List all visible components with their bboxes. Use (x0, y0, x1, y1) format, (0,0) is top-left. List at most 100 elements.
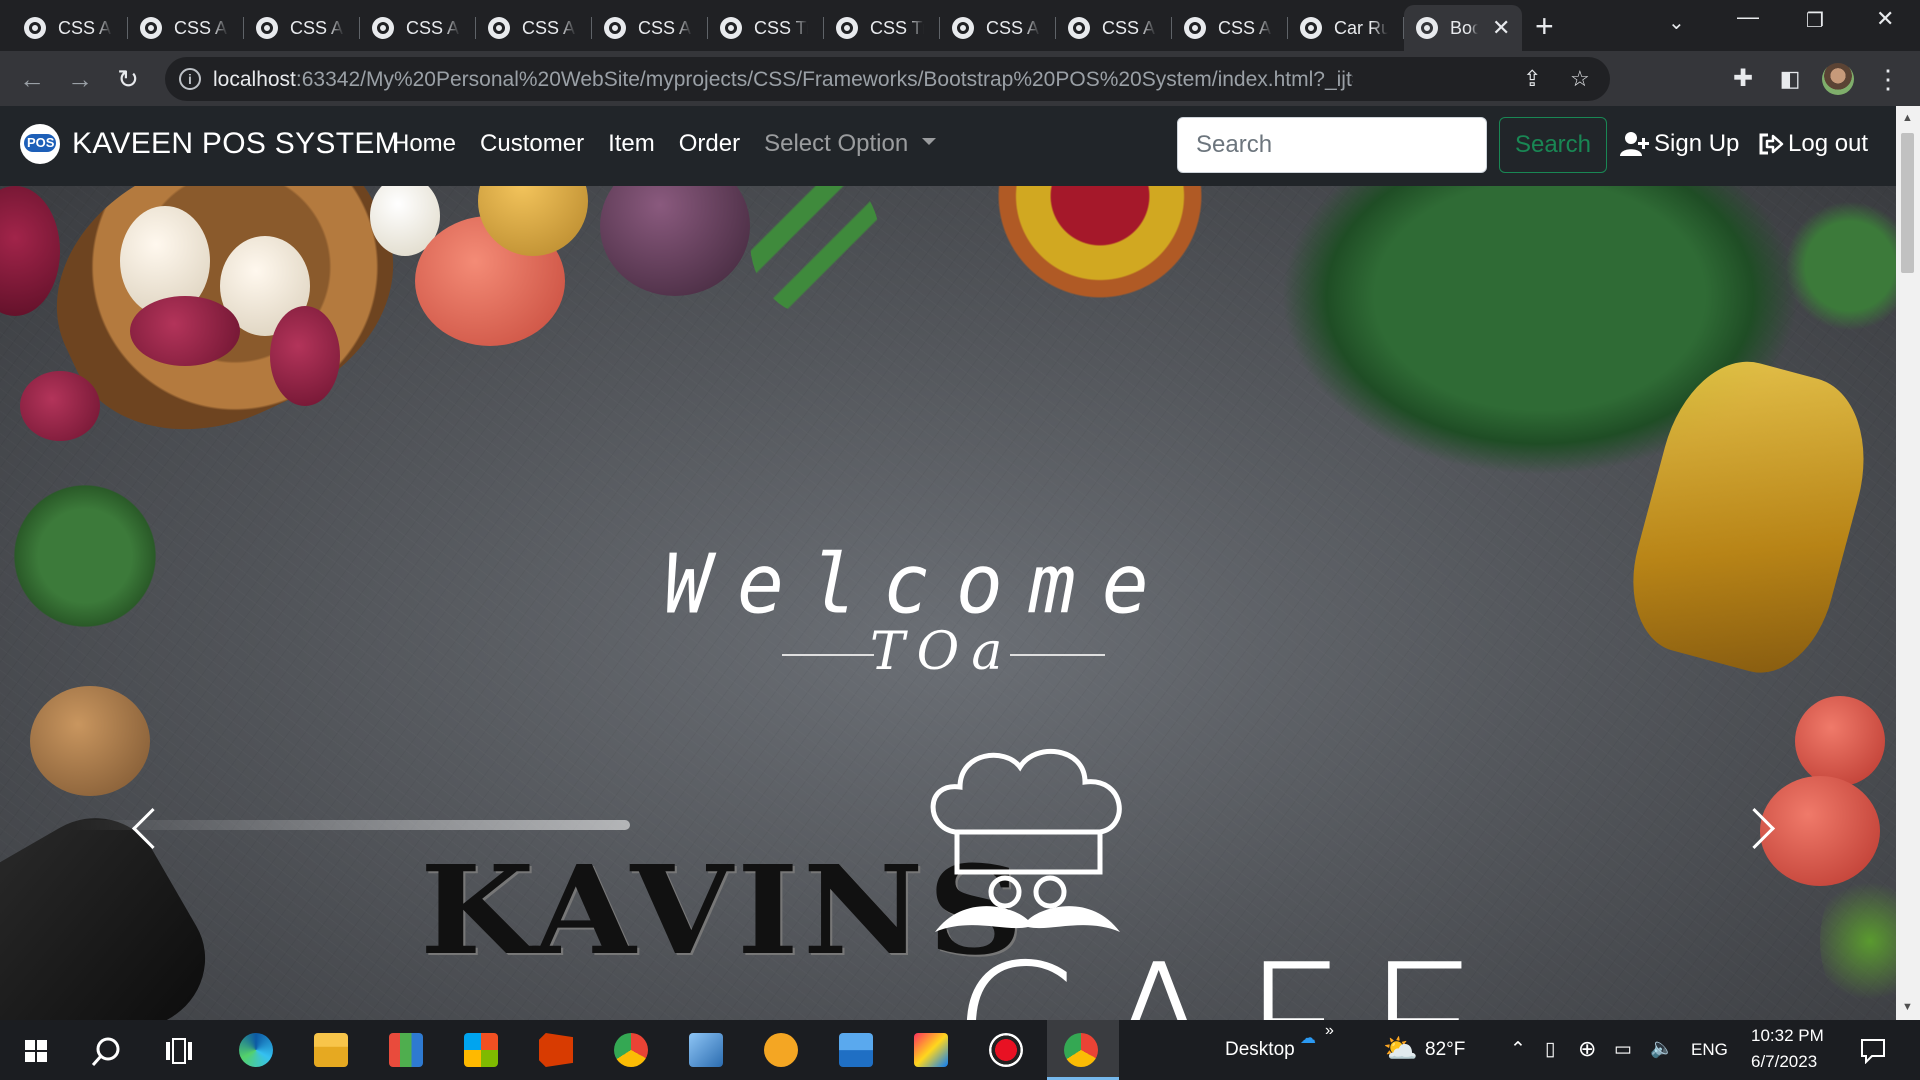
globe-icon (1416, 17, 1438, 39)
tab-title: CSS As (58, 17, 112, 38)
tab-list: CSS As CSS As CSS As CSS As CSS As CSS A… (12, 5, 1522, 51)
task-view-icon[interactable] (165, 1038, 193, 1064)
address-bar[interactable]: i localhost:63342/My%20Personal%20WebSit… (165, 57, 1610, 101)
record-icon[interactable] (989, 1033, 1023, 1067)
share-icon[interactable]: ⇪ (1523, 66, 1541, 92)
tab-title: CSS As (638, 17, 692, 38)
desktop-toolbar-label[interactable]: Desktop (1225, 1039, 1295, 1061)
browser-tab[interactable]: CSS An (940, 5, 1056, 51)
browser-tab[interactable]: CSS As (476, 5, 592, 51)
file-explorer-icon[interactable] (314, 1033, 348, 1067)
restore-button[interactable]: ❐ (1806, 8, 1824, 33)
browser-tab[interactable]: CSS As (244, 5, 360, 51)
log-out-label: Log out (1788, 130, 1869, 157)
toa-text: TOa (870, 622, 1015, 682)
search-input[interactable] (1177, 117, 1487, 173)
side-panel-icon[interactable]: ◧ (1772, 61, 1808, 97)
chrome-icon[interactable] (614, 1033, 648, 1067)
weather-temperature[interactable]: 82°F (1425, 1039, 1465, 1061)
browser-tab[interactable]: CSS Tra (708, 5, 824, 51)
log-out-link[interactable]: Log out (1758, 130, 1868, 158)
scroll-up-icon[interactable]: ▲ (1902, 112, 1913, 124)
intellij-icon[interactable] (914, 1033, 948, 1067)
select-option-dropdown[interactable]: Select Option (764, 130, 937, 158)
close-tab-icon[interactable]: ✕ (1492, 15, 1510, 41)
browser-tab[interactable]: CSS As (128, 5, 244, 51)
browser-tab[interactable]: CSS As (592, 5, 708, 51)
tab-title: CSS As (174, 17, 228, 38)
nav-link-order[interactable]: Order (679, 130, 740, 158)
dropdown-label: Select Option (764, 130, 909, 157)
carousel-prev-button[interactable] (124, 798, 164, 858)
site-info-icon[interactable]: i (179, 68, 201, 90)
browser-tab[interactable]: CSS An (1056, 5, 1172, 51)
chrome-profile-icon[interactable] (1064, 1033, 1098, 1067)
clock-time[interactable]: 10:32 PM (1751, 1026, 1824, 1046)
notification-center-icon[interactable] (1860, 1038, 1886, 1064)
browser-menu-icon[interactable]: ⋮ (1870, 61, 1906, 97)
nav-link-item[interactable]: Item (608, 130, 655, 158)
weather-sun-cloud-icon[interactable]: ⛅ (1383, 1032, 1418, 1065)
browser-tab[interactable]: CSS As (12, 5, 128, 51)
reload-button[interactable]: ↻ (110, 61, 146, 97)
bookmark-star-icon[interactable]: ☆ (1570, 66, 1590, 92)
carousel-next-button[interactable] (1740, 798, 1780, 858)
remote-desktop-icon[interactable] (689, 1033, 723, 1067)
broccoli-image (0, 476, 170, 636)
windows-start-icon[interactable] (25, 1040, 47, 1062)
globe-icon (256, 17, 278, 39)
red-onion-image (130, 296, 240, 366)
toolbar-overflow-icon[interactable]: » (1325, 1022, 1334, 1040)
onedrive-icon[interactable]: ☁ (1300, 1028, 1316, 1048)
office-icon[interactable] (539, 1033, 573, 1067)
browser-tab[interactable]: CSS As (360, 5, 476, 51)
scroll-down-icon[interactable]: ▼ (1902, 1001, 1913, 1013)
url-text[interactable]: localhost:63342/My%20Personal%20WebSite/… (213, 68, 1353, 92)
extensions-puzzle-icon[interactable]: ✚ (1725, 61, 1761, 97)
search-button[interactable]: Search (1499, 117, 1607, 173)
tab-search-chevron-icon[interactable]: ⌄ (1668, 10, 1685, 35)
new-tab-button[interactable]: + (1535, 8, 1554, 44)
scroll-thumb[interactable] (1901, 133, 1914, 273)
pos-logo-icon: POS (20, 124, 60, 164)
battery-icon[interactable]: ▭ (1614, 1038, 1632, 1061)
close-window-button[interactable]: ✕ (1876, 6, 1894, 32)
forward-button[interactable]: → (62, 61, 98, 97)
navbar-brand[interactable]: POS KAVEEN POS SYSTEM (20, 124, 400, 164)
nav-link-customer[interactable]: Customer (480, 130, 584, 158)
tab-title: CSS As (406, 17, 460, 38)
back-button[interactable]: ← (14, 61, 50, 97)
tab-title: CSS As (290, 17, 344, 38)
search-icon[interactable] (90, 1036, 122, 1068)
globe-icon (24, 17, 46, 39)
decorative-line (782, 654, 874, 656)
tab-title: Car Ru (1334, 17, 1388, 38)
store-bag-icon[interactable] (389, 1033, 423, 1067)
profile-avatar[interactable] (1822, 63, 1854, 95)
browser-tab-active[interactable]: Boo ✕ (1404, 5, 1522, 51)
minimize-button[interactable]: — (1737, 4, 1759, 30)
globe-icon (488, 17, 510, 39)
tab-title: CSS An (1218, 17, 1272, 38)
page-scrollbar[interactable]: ▲ ▼ (1896, 106, 1920, 1020)
page-viewport: POS KAVEEN POS SYSTEM Home Customer Item… (0, 106, 1920, 1020)
browser-tab[interactable]: Car Ru (1288, 5, 1404, 51)
browser-tab[interactable]: CSS Tra (824, 5, 940, 51)
sign-up-link[interactable]: Sign Up (1620, 130, 1739, 158)
nav-link-home[interactable]: Home (392, 130, 456, 158)
bitwarden-icon[interactable] (764, 1033, 798, 1067)
globe-icon (720, 17, 742, 39)
network-globe-icon[interactable]: ⊕ (1578, 1036, 1596, 1062)
edge-icon[interactable] (239, 1033, 273, 1067)
show-hidden-icons-chevron-icon[interactable]: ⌃ (1510, 1038, 1526, 1061)
clock-date[interactable]: 6/7/2023 (1751, 1052, 1817, 1072)
tab-title: CSS Tra (870, 17, 924, 38)
mail-icon[interactable] (839, 1033, 873, 1067)
globe-icon (1300, 17, 1322, 39)
language-indicator[interactable]: ENG (1691, 1040, 1728, 1060)
microsoft-store-icon[interactable] (464, 1033, 498, 1067)
browser-tab[interactable]: CSS An (1172, 5, 1288, 51)
volume-icon[interactable]: 🔈 (1650, 1036, 1674, 1060)
tab-title: CSS An (986, 17, 1040, 38)
device-icon[interactable]: ▯ (1545, 1038, 1555, 1061)
